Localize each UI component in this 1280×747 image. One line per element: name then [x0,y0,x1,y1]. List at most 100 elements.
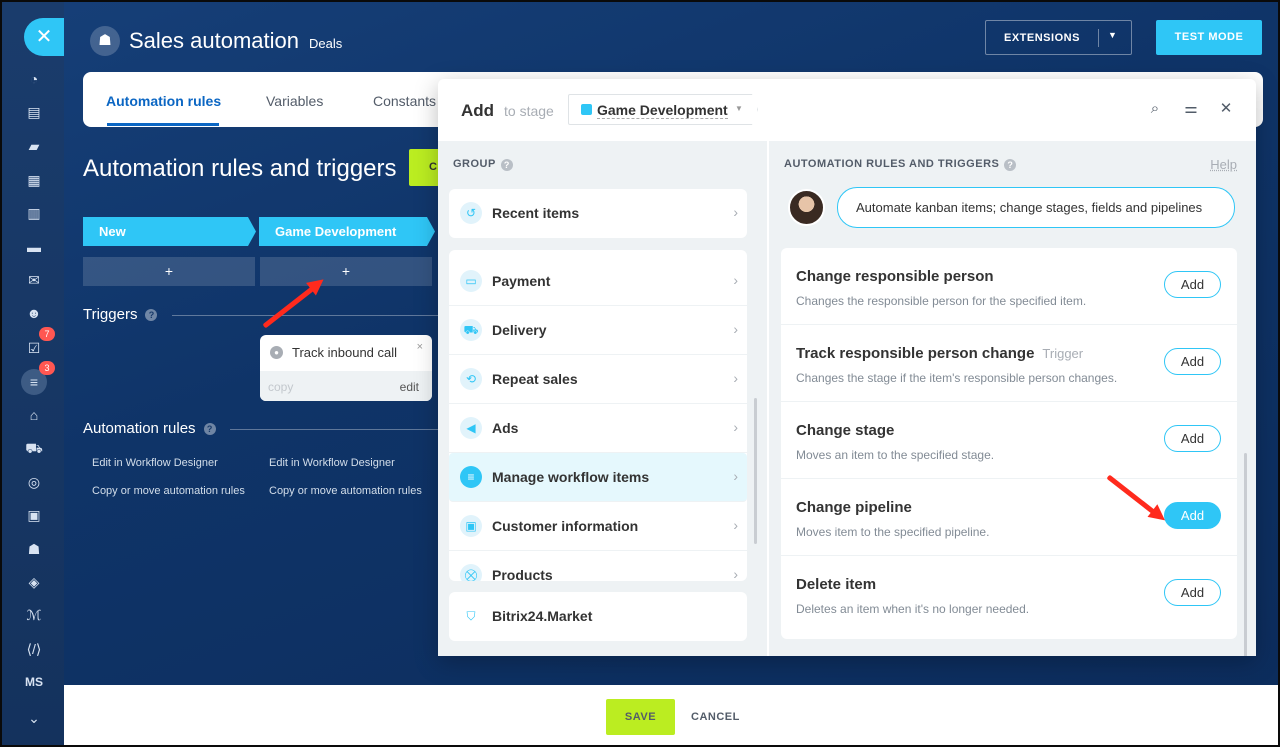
groups-icon[interactable]: ☻ [21,300,47,326]
rule-item: Track responsible person change Trigger C… [781,325,1237,402]
stage-selector[interactable]: Game Development ▼ [568,94,758,125]
rules-scrollbar[interactable] [1244,453,1247,656]
edit-in-designer-link[interactable]: Edit in Workflow Designer [92,457,218,469]
tab-automation-rules[interactable]: Automation rules [106,93,221,109]
wallet-icon: ▭ [460,270,482,292]
settings-sliders-icon[interactable]: ⚌ [1181,99,1201,119]
help-icon[interactable]: ? [500,159,513,171]
triggers-heading: Triggers? [83,306,158,323]
left-sidebar: ✕ ◔ ▤ ▰ ▦ ▥ ▬ ✉ ☻ ☑ 7 ≡ 3 ⌂ ⛟ ◎ ▣ ☗ ◈ ℳ … [2,2,64,745]
automation-rules-heading: Automation rules? [83,420,216,437]
group-item-recent[interactable]: ↺ Recent items › [449,189,747,238]
tab-constants[interactable]: Constants [373,93,436,109]
market-icon: ⛉ [460,605,482,627]
stage-game-development[interactable]: Game Development [259,217,435,246]
group-item-ads[interactable]: ◀ Ads › [449,404,747,453]
rule-title: Change pipeline [796,499,912,516]
megaphone-icon: ◀ [460,417,482,439]
chevron-right-icon: › [733,517,738,533]
trigger-title: Track inbound call [292,345,398,360]
chevron-right-icon: › [733,419,738,435]
market-card[interactable]: ⛉ Bitrix24.Market [449,592,747,641]
group-item-customer-info[interactable]: ▣ Customer information › [449,502,747,551]
clock-icon: ↺ [460,202,482,224]
crm-badge: 3 [39,361,55,375]
cancel-button[interactable]: CANCEL [691,711,740,723]
rule-title: Track responsible person change Trigger [796,345,1083,362]
add-rule-button[interactable]: Add [1164,425,1221,452]
chevron-right-icon: › [733,370,738,386]
add-rule-button[interactable]: + [83,257,255,286]
more-icon[interactable]: ⌄ [21,705,47,731]
shop-icon[interactable]: ⛟ [21,435,47,461]
rule-title: Change stage [796,422,895,439]
help-icon[interactable]: ? [203,423,216,435]
divider [1098,29,1099,47]
edit-link[interactable]: edit [400,380,419,394]
chevron-right-icon: › [733,204,738,220]
rule-description: Deletes an item when it's no longer need… [796,602,1030,616]
save-button[interactable]: SAVE [606,699,675,735]
group-item-manage-workflow[interactable]: ≡ Manage workflow items › [449,453,747,502]
extensions-button[interactable]: EXTENSIONS ▼ [985,20,1132,55]
copy-link[interactable]: copy [268,380,293,394]
group-item-repeat-sales[interactable]: ⟲ Repeat sales › [449,355,747,404]
documents-icon[interactable]: ▥ [21,200,47,226]
test-mode-button[interactable]: TEST MODE [1156,20,1262,55]
close-icon[interactable]: × [417,341,423,353]
group-label: Bitrix24.Market [492,608,593,624]
group-item-products[interactable]: ⛒ Products › [449,551,747,581]
box-icon[interactable]: ◈ [21,569,47,595]
company-icon[interactable]: ⌂ [21,402,47,428]
rule-item: Change stage Moves an item to the specif… [781,402,1237,479]
copy-move-rules-link[interactable]: Copy or move automation rules [269,485,422,497]
trigger-card[interactable]: ● Track inbound call × copy edit [260,335,432,401]
dashboard-icon[interactable]: ◔ [21,66,47,92]
annotation-arrow [262,283,318,329]
rule-item: Change responsible person Changes the re… [781,248,1237,325]
group-label: Repeat sales [492,371,578,387]
group-header-label: GROUP [453,158,496,170]
group-item-payment[interactable]: ▭ Payment › [449,257,747,306]
target-icon[interactable]: ◎ [21,469,47,495]
chevron-down-icon[interactable]: ▼ [1108,30,1117,40]
add-rule-button[interactable]: Add [1164,271,1221,298]
add-rule-button[interactable]: + [260,257,432,286]
chevron-right-icon: › [733,272,738,288]
group-label: Manage workflow items [492,469,650,485]
edit-in-designer-link[interactable]: Edit in Workflow Designer [269,457,395,469]
contact-center-icon[interactable]: ▣ [21,502,47,528]
tab-variables[interactable]: Variables [266,93,323,109]
to-stage-label: to stage [504,103,554,119]
close-icon[interactable]: ✕ [1216,99,1236,119]
tasks-icon[interactable]: ☑ 7 [21,327,55,361]
rule-description: Changes the stage if the item's responsi… [796,371,1118,385]
developer-icon[interactable]: ⟨/⟩ [21,636,47,662]
help-link[interactable]: Help [1210,157,1237,172]
sites-icon[interactable]: ℳ [21,602,47,628]
feed-icon[interactable]: ▤ [21,99,47,125]
add-rule-button[interactable]: Add [1164,579,1221,606]
close-slider-icon[interactable]: ✕ [24,18,64,56]
ms-app-icon[interactable]: MS [21,669,47,695]
group-list-scrollbar[interactable] [754,398,757,544]
stage-new[interactable]: New [83,217,256,246]
group-item-market[interactable]: ⛉ Bitrix24.Market [449,592,747,641]
help-icon[interactable]: ? [1004,159,1017,171]
group-item-delivery[interactable]: ⛟ Delivery › [449,306,747,355]
rule-item: Change pipeline Moves item to the specif… [781,479,1237,556]
add-rule-button[interactable]: Add [1164,502,1221,529]
group-header: GROUP? [453,158,513,171]
chat-icon[interactable]: ▰ [21,133,47,159]
mail-icon[interactable]: ✉ [21,267,47,293]
add-rule-button[interactable]: Add [1164,348,1221,375]
crm-filter-icon[interactable]: ≡ 3 [21,361,55,395]
drive-icon[interactable]: ▬ [21,234,47,260]
search-icon[interactable]: ⌕ [1145,99,1165,119]
help-icon[interactable]: ? [145,309,158,321]
rules-list: Change responsible person Changes the re… [781,248,1237,639]
robot-icon[interactable]: ☗ [21,536,47,562]
calendar-icon[interactable]: ▦ [21,167,47,193]
rule-title: Delete item [796,576,877,593]
copy-move-rules-link[interactable]: Copy or move automation rules [92,485,245,497]
